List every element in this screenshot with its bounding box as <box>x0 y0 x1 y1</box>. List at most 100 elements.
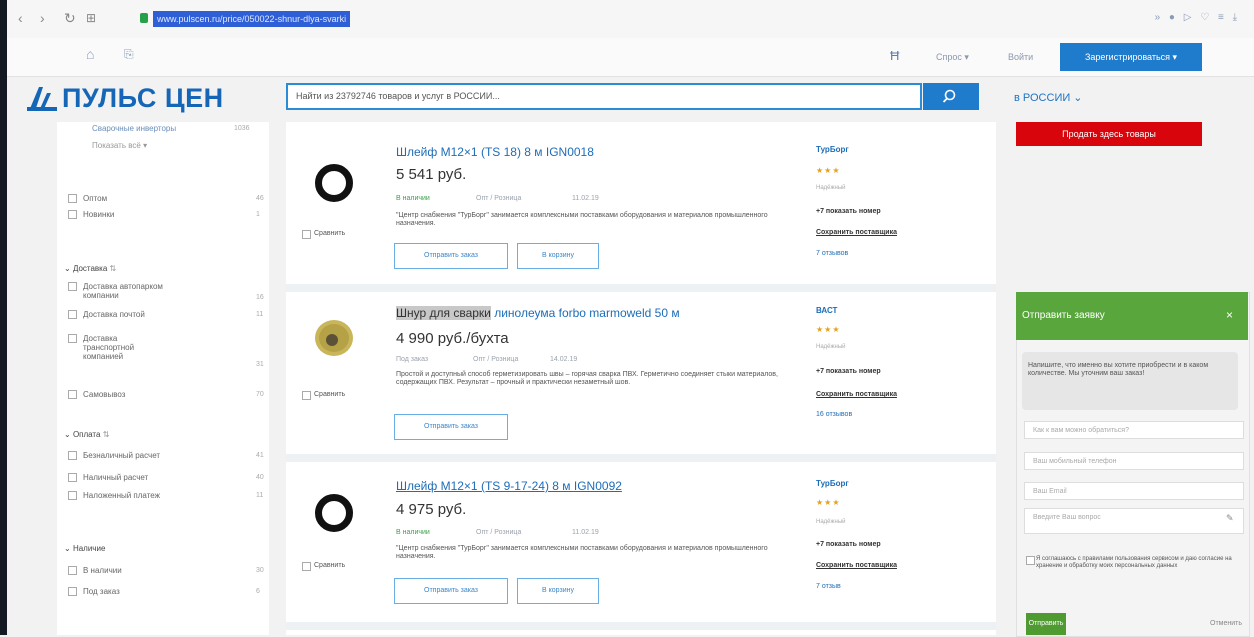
apps-icon[interactable]: ⊞ <box>86 11 96 25</box>
filter-checkbox[interactable] <box>68 310 77 319</box>
reviews-link[interactable]: 7 отзыв <box>816 583 841 590</box>
stock-title-text: Наличие <box>72 544 106 553</box>
show-phone-link[interactable]: +7 показать номер <box>816 368 881 375</box>
search-icon <box>942 89 956 103</box>
lock-icon <box>140 13 148 23</box>
filter-checkbox[interactable] <box>68 194 77 203</box>
filter-label: Доставка транспортной компанией <box>83 334 135 361</box>
filter-count: 1 <box>256 211 260 218</box>
filter-count: 16 <box>256 294 264 301</box>
filter-checkbox[interactable] <box>68 491 77 500</box>
product-price: 5 541 руб. <box>396 166 467 183</box>
address-bar[interactable]: www.pulscen.ru/price/050022-shnur-dlya-s… <box>153 11 351 27</box>
pencil-icon: ✎ <box>1226 513 1234 523</box>
product-title-link[interactable]: Шлейф M12×1 (TS 9-17-24) 8 м IGN0092 <box>396 479 622 493</box>
row-divider <box>286 622 996 630</box>
forward-icon[interactable]: › <box>40 10 45 26</box>
submit-button[interactable]: Отправить <box>1026 613 1066 635</box>
show-all-link[interactable]: Показать всё ▾ <box>92 141 147 150</box>
add-to-cart-button[interactable]: В корзину <box>517 243 599 269</box>
search-input[interactable]: Найти из 23792746 товаров и услуг в РОСС… <box>286 83 922 110</box>
filter-checkbox[interactable] <box>68 210 77 219</box>
seller-name[interactable]: ВАСТ <box>816 306 837 315</box>
product-description: "Центр снабжения "ТурБорг" занимается ко… <box>396 545 768 560</box>
product-title-link[interactable]: Шлейф M12×1 (TS 18) 8 м IGN0018 <box>396 145 594 159</box>
category-count: 1036 <box>234 125 250 132</box>
date: 11.02.19 <box>572 529 599 536</box>
consent-text: Я соглашаюсь с правилами пользования сер… <box>1036 556 1232 569</box>
help-menu[interactable]: Спрос ▾ <box>936 52 969 63</box>
rating-stars: ★★★ <box>816 325 841 334</box>
compare-checkbox[interactable] <box>302 230 311 239</box>
seller-name[interactable]: ТурБорг <box>816 479 849 488</box>
send-order-button[interactable]: Отправить заказ <box>394 243 508 269</box>
send-order-button[interactable]: Отправить заказ <box>394 414 508 440</box>
filter-count: 40 <box>256 474 264 481</box>
add-to-cart-button[interactable]: В корзину <box>517 578 599 604</box>
filter-label: Наложенный платеж <box>83 491 160 500</box>
filter-checkbox[interactable] <box>68 390 77 399</box>
phone-input[interactable]: Ваш мобильный телефон <box>1024 452 1244 470</box>
cancel-link[interactable]: Отменить <box>1210 620 1242 627</box>
product-title-link[interactable]: Шнур для сварки линолеума forbo marmowel… <box>396 306 680 320</box>
date: 14.02.19 <box>550 356 578 363</box>
product-description: "Центр снабжения "ТурБорг" занимается ко… <box>396 212 768 227</box>
filter-checkbox[interactable] <box>68 282 77 291</box>
site-logo[interactable]: ПУЛЬС ЦЕН <box>62 83 224 114</box>
filter-checkbox[interactable] <box>68 566 77 575</box>
filter-label: Самовывоз <box>83 390 126 399</box>
sale-type: Опт / Розница <box>476 529 522 536</box>
form-intro-bubble: Напишите, что именно вы хотите приобрест… <box>1022 352 1238 410</box>
login-link[interactable]: Войти <box>1008 52 1033 62</box>
cart-icon[interactable]: Ħ <box>890 48 899 63</box>
filter-checkbox[interactable] <box>68 473 77 482</box>
delivery-filter-title[interactable]: ⌄ Доставка ⇅ <box>64 264 116 273</box>
home-icon[interactable]: ⌂ <box>86 46 94 62</box>
filter-checkbox[interactable] <box>68 451 77 460</box>
filter-count: 31 <box>256 361 264 368</box>
compare-label: Сравнить <box>314 562 346 569</box>
filter-checkbox[interactable] <box>68 334 77 343</box>
show-phone-link[interactable]: +7 показать номер <box>816 541 881 548</box>
request-form-title: Отправить заявку <box>1022 310 1105 321</box>
stock-filter-title[interactable]: ⌄ Наличие <box>64 544 105 553</box>
filter-checkbox[interactable] <box>68 587 77 596</box>
reload-icon[interactable]: ↻ <box>64 10 76 27</box>
email-input[interactable]: Ваш Email <box>1024 482 1244 500</box>
filter-count: 70 <box>256 391 264 398</box>
payment-filter-title[interactable]: ⌄ Оплата ⇅ <box>64 430 109 439</box>
filter-count: 11 <box>256 311 264 318</box>
reviews-link[interactable]: 16 отзывов <box>816 411 852 418</box>
bookmark-icon[interactable]: ⎘ <box>124 47 134 62</box>
register-button[interactable]: Зарегистрироваться ▾ <box>1060 43 1202 71</box>
availability: В наличии <box>396 529 430 536</box>
row-divider <box>286 454 996 462</box>
availability: Под заказ <box>396 356 429 363</box>
sell-here-button[interactable]: Продать здесь товары <box>1016 122 1202 146</box>
search-button[interactable] <box>923 83 979 110</box>
save-seller-link[interactable]: Сохранить поставщика <box>816 391 897 398</box>
region-selector[interactable]: в РОССИИ ⌄ <box>1014 91 1083 104</box>
consent-checkbox[interactable] <box>1026 556 1035 565</box>
product-image[interactable] <box>312 316 356 360</box>
question-textarea[interactable]: Введите Ваш вопрос <box>1024 508 1244 534</box>
seller-name[interactable]: ТурБорг <box>816 145 849 154</box>
left-screen-edge <box>0 0 7 635</box>
reviews-link[interactable]: 7 отзывов <box>816 250 848 257</box>
compare-checkbox[interactable] <box>302 562 311 571</box>
product-price: 4 975 руб. <box>396 501 467 518</box>
category-link[interactable]: Сварочные инверторы <box>92 124 176 133</box>
show-phone-link[interactable]: +7 показать номер <box>816 208 881 215</box>
product-image[interactable] <box>315 164 353 202</box>
form-intro-text: Напишите, что именно вы хотите приобрест… <box>1028 362 1209 377</box>
save-seller-link[interactable]: Сохранить поставщика <box>816 229 897 236</box>
name-input[interactable]: Как к вам можно обратиться? <box>1024 421 1244 439</box>
product-image[interactable] <box>315 494 353 532</box>
back-icon[interactable]: ‹ <box>18 10 23 26</box>
close-icon[interactable]: × <box>1226 308 1233 322</box>
send-order-button[interactable]: Отправить заказ <box>394 578 508 604</box>
logo-mark-icon <box>27 87 57 111</box>
save-seller-link[interactable]: Сохранить поставщика <box>816 562 897 569</box>
browser-extension-icons[interactable]: » ● ▷ ♡ ≡ ⤓ <box>1155 12 1240 23</box>
compare-checkbox[interactable] <box>302 391 311 400</box>
